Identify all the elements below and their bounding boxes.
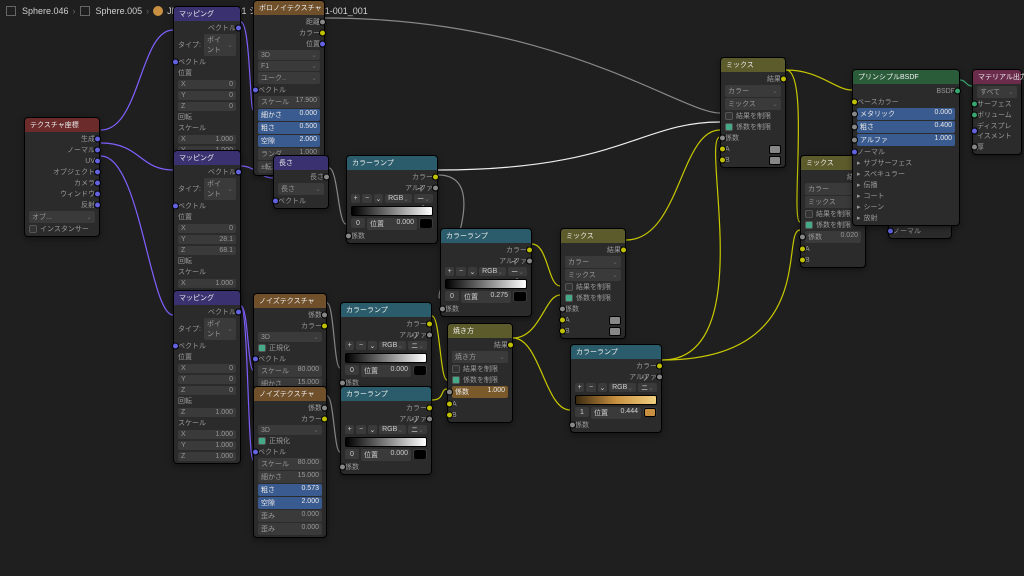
node-header[interactable]: 長さ <box>274 156 328 170</box>
loc-z[interactable]: Z0 <box>178 101 236 111</box>
scale-label: スケール <box>178 267 236 277</box>
out-generated: 生成 <box>29 134 95 144</box>
loc-label: 位置 <box>178 68 236 78</box>
node-texcoord[interactable]: テクスチャ座標 生成 ノーマル UV オブジェクト カメラ ウィンドウ 反射 オ… <box>24 117 100 237</box>
drop-dim[interactable]: 3D <box>258 50 320 60</box>
loc-label: 位置 <box>178 212 236 222</box>
chevron-icon: › <box>73 6 76 16</box>
in-vector: ベクトル <box>178 57 236 67</box>
drop-feat[interactable]: F1 <box>258 61 320 71</box>
out-reflection: 反射 <box>29 200 95 210</box>
node-mix-2[interactable]: ミックス 結果 カラー ミックス 結果を制限 係数を制限 係数 A B <box>560 228 626 339</box>
crumb-obj[interactable]: Sphere.046 <box>22 6 69 16</box>
f-lac[interactable]: 空隙2.000 <box>258 135 320 147</box>
type-drop[interactable]: タイプ:ポイント <box>178 34 236 56</box>
node-colorramp-5[interactable]: カラーランプ カラー アルファ +−⌄RGBリニア 1位置0.444 係数 <box>570 344 662 433</box>
out-window: ウィンドウ <box>29 189 95 199</box>
out-vector: ベクトル <box>178 167 236 177</box>
node-header[interactable]: マッピング <box>174 7 240 21</box>
node-noise-2[interactable]: ノイズテクスチャ 係数 カラー 3D 正規化 ベクトル スケール80.000 細… <box>253 386 327 538</box>
node-mapping-2[interactable]: マッピング ベクトル タイプ:ポイント ベクトル 位置 X0 Y28.1 Z68… <box>173 150 241 313</box>
type-drop[interactable]: タイプ:ポイント <box>178 178 236 200</box>
in-vector: ベクトル <box>278 196 324 206</box>
node-colorramp-1[interactable]: カラーランプ カラー アルファ +−⌄RGBイーズ 0位置0.000 係数 <box>346 155 438 244</box>
loc-x[interactable]: X0 <box>178 79 236 89</box>
node-burn[interactable]: 焼き方 結果 焼き方 結果を制限 係数を制限 係数1.000 A B <box>447 323 513 423</box>
node-header[interactable]: マッピング <box>174 151 240 165</box>
object-field[interactable]: オブ... <box>29 211 95 223</box>
rot-label: 回転 <box>178 112 236 122</box>
gradient[interactable] <box>351 206 433 216</box>
loc-y[interactable]: Y0 <box>178 90 236 100</box>
out-normal: ノーマル <box>29 145 95 155</box>
node-header[interactable]: マッピング <box>174 291 240 305</box>
out-vector: ベクトル <box>178 23 236 33</box>
scale-label: スケール <box>178 123 236 133</box>
in-vector: ベクトル <box>258 85 320 95</box>
node-header[interactable]: テクスチャ座標 <box>25 118 99 132</box>
chevron-icon: › <box>146 6 149 16</box>
node-header[interactable]: ノイズテクスチャ <box>254 387 326 401</box>
node-colorramp-3[interactable]: カラーランプ カラー アルファ +−⌄RGBリニア 0位置0.000 係数 <box>340 302 432 391</box>
node-length[interactable]: 長さ 長さ 長さ ベクトル <box>273 155 329 209</box>
rot-label: 回転 <box>178 256 236 266</box>
mesh-icon <box>6 6 16 16</box>
material-icon <box>153 6 163 16</box>
node-header[interactable]: カラーランプ <box>347 156 437 170</box>
out-distance: 距離 <box>258 17 320 27</box>
f-detail[interactable]: 細かさ0.000 <box>258 109 320 121</box>
out-uv: UV <box>29 156 95 166</box>
node-mapping-1[interactable]: マッピング ベクトル タイプ:ポイント ベクトル 位置 X0 Y0 Z0 回転 … <box>173 6 241 169</box>
out-camera: カメラ <box>29 178 95 188</box>
crumb-mesh[interactable]: Sphere.005 <box>96 6 143 16</box>
node-header[interactable]: ノイズテクスチャ <box>254 294 326 308</box>
instancer-check[interactable]: インスタンサー <box>29 224 95 234</box>
f-rough[interactable]: 粗さ0.500 <box>258 122 320 134</box>
out-value: 長さ <box>278 172 324 182</box>
out-pos: 位置 <box>258 39 320 49</box>
drop-dist[interactable]: ユーク.. <box>258 72 320 84</box>
node-voronoi[interactable]: ボロノイテクスチャ 距離 カラー 位置 3D F1 ユーク.. ベクトル スケー… <box>253 0 325 176</box>
node-principled-bsdf[interactable]: プリンシプルBSDF BSDF ベースカラー メタリック0.000 粗さ0.40… <box>852 69 960 226</box>
out-color: カラー <box>258 28 320 38</box>
mesh-icon <box>80 6 90 16</box>
out-object: オブジェクト <box>29 167 95 177</box>
f-scale[interactable]: スケール17.900 <box>258 96 320 108</box>
node-colorramp-2[interactable]: カラーランプ カラー アルファ +−⌄RGBイーズ 0位置0.275 係数 <box>440 228 532 317</box>
node-material-output[interactable]: マテリアル出力 すべて サーフェス ボリューム ディスプレイスメント 厚 <box>972 69 1022 155</box>
node-mapping-3[interactable]: マッピング ベクトル タイプ:ポイント ベクトル 位置 X0 Y0 Z0 回転 … <box>173 290 241 464</box>
node-mix-1[interactable]: ミックス 結果 カラー ミックス 結果を制限 係数を制限 係数 A B <box>720 57 786 168</box>
node-header[interactable]: ボロノイテクスチャ <box>254 1 324 15</box>
in-vector: ベクトル <box>178 201 236 211</box>
node-colorramp-4[interactable]: カラーランプ カラー アルファ +−⌄RGBリニア 0位置0.000 係数 <box>340 386 432 475</box>
scale-x[interactable]: X1.000 <box>178 134 236 144</box>
